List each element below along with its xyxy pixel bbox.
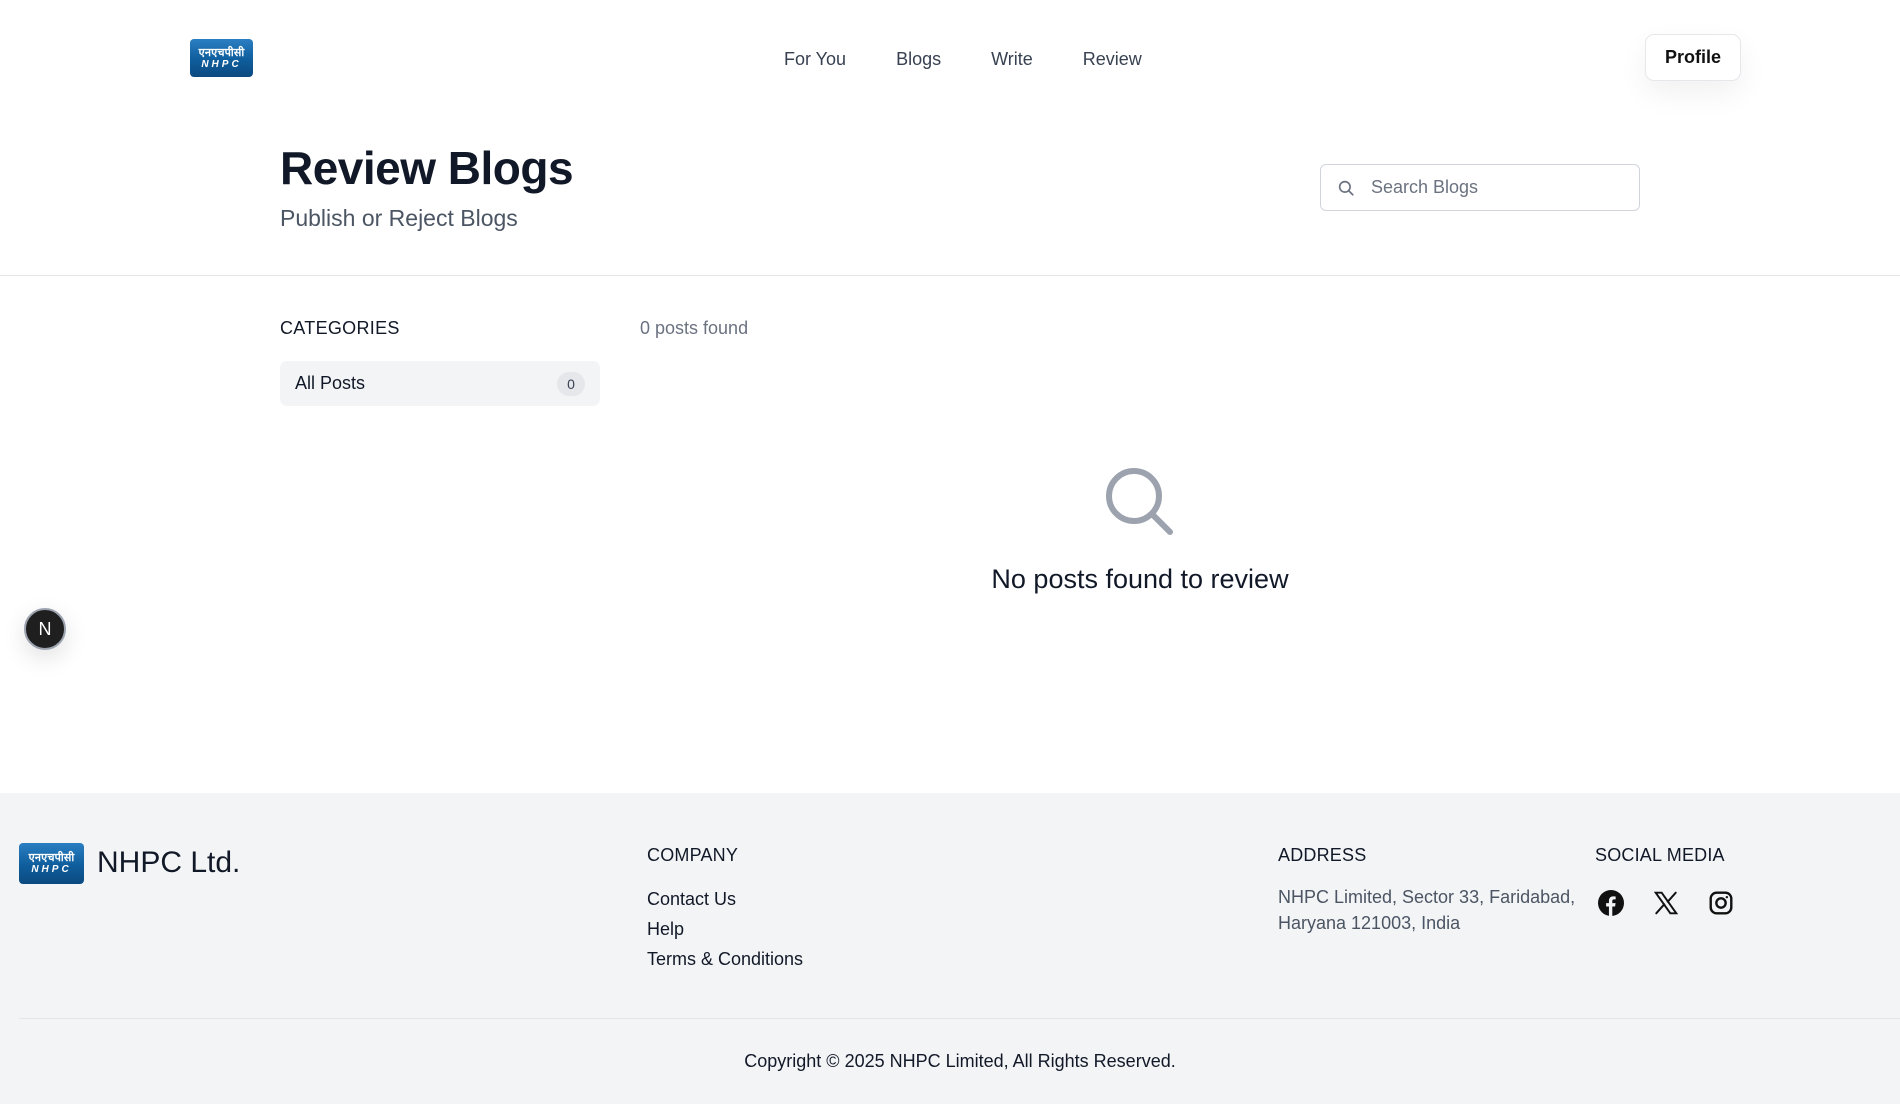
footer-link-contact-us[interactable]: Contact Us bbox=[647, 884, 803, 914]
category-all-posts[interactable]: All Posts 0 bbox=[280, 361, 600, 406]
nav-review[interactable]: Review bbox=[1083, 47, 1142, 71]
footer-address-title: ADDRESS bbox=[1278, 845, 1367, 865]
empty-search-icon bbox=[1103, 465, 1177, 544]
profile-button[interactable]: Profile bbox=[1645, 34, 1741, 81]
social-links bbox=[1596, 888, 1736, 918]
category-label: All Posts bbox=[295, 373, 366, 393]
page-title: Review Blogs bbox=[280, 142, 574, 194]
page-subtitle: Publish or Reject Blogs bbox=[280, 205, 518, 231]
footer-divider bbox=[19, 1018, 1900, 1019]
logo-hindi-text: एनएचपीसी bbox=[198, 46, 245, 59]
nav-blogs[interactable]: Blogs bbox=[896, 47, 941, 71]
instagram-icon[interactable] bbox=[1706, 888, 1736, 918]
footer-address-text: NHPC Limited, Sector 33, Faridabad, Hary… bbox=[1278, 887, 1576, 933]
logo-english-text: NHPC bbox=[201, 58, 242, 70]
footer: एनएचपीसी NHPC NHPC Ltd. COMPANY Contact … bbox=[0, 793, 1900, 1104]
empty-state-message: No posts found to review bbox=[991, 564, 1289, 594]
footer-nhpc-logo: एनएचपीसी NHPC bbox=[19, 843, 84, 884]
posts-found-count: 0 posts found bbox=[640, 318, 749, 338]
search-input[interactable] bbox=[1371, 177, 1621, 198]
footer-link-help[interactable]: Help bbox=[647, 914, 803, 944]
footer-company-title: COMPANY bbox=[647, 845, 739, 865]
nav-write[interactable]: Write bbox=[991, 47, 1033, 71]
search-box[interactable] bbox=[1320, 164, 1640, 211]
logo-english-text: NHPC bbox=[31, 864, 72, 875]
main-nav: For You Blogs Write Review bbox=[784, 47, 1142, 71]
footer-company-links: Contact Us Help Terms & Conditions bbox=[647, 884, 803, 974]
avatar[interactable]: N bbox=[24, 608, 66, 650]
header-divider bbox=[0, 275, 1900, 276]
logo-hindi-text: एनएचपीसी bbox=[28, 852, 75, 864]
page: एनएचपीसी NHPC For You Blogs Write Review… bbox=[0, 0, 1900, 1104]
footer-brand-name: NHPC Ltd. bbox=[97, 846, 241, 879]
nav-for-you[interactable]: For You bbox=[784, 47, 846, 71]
copyright-text: Copyright © 2025 NHPC Limited, All Right… bbox=[744, 1051, 1176, 1071]
footer-link-terms[interactable]: Terms & Conditions bbox=[647, 944, 803, 974]
categories-heading: CATEGORIES bbox=[280, 318, 400, 338]
category-count-badge: 0 bbox=[557, 371, 585, 396]
facebook-icon[interactable] bbox=[1596, 888, 1626, 918]
search-icon bbox=[1321, 179, 1371, 197]
nhpc-logo[interactable]: एनएचपीसी NHPC bbox=[190, 39, 253, 77]
x-twitter-icon[interactable] bbox=[1651, 888, 1681, 918]
footer-social-title: SOCIAL MEDIA bbox=[1595, 845, 1725, 865]
